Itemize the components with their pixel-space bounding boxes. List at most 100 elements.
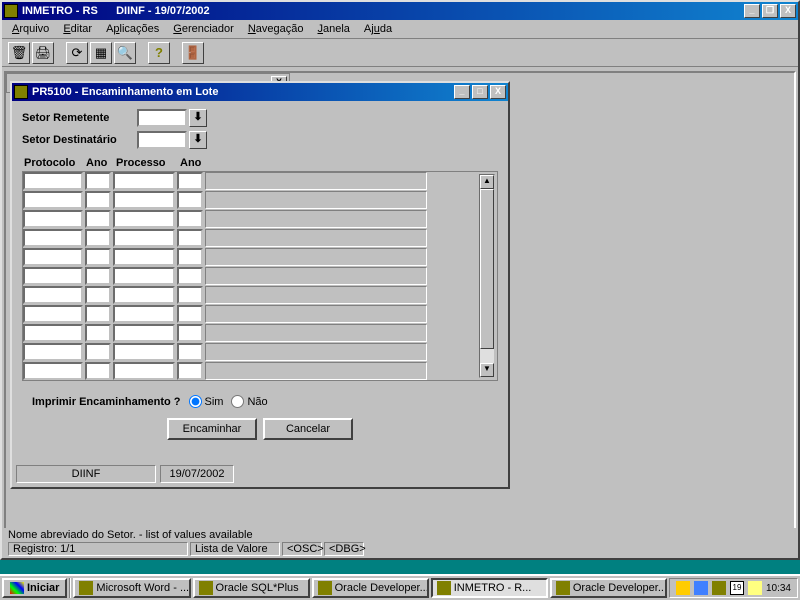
descricao-cell: [205, 229, 427, 247]
ano2-input[interactable]: [177, 305, 203, 323]
ano2-input[interactable]: [177, 191, 203, 209]
app-titlebar: INMETRO - RS DIINF - 19/07/2002 _ ❐ X: [2, 2, 798, 20]
radio-sim[interactable]: Sim: [189, 395, 224, 408]
protocolo-input[interactable]: [23, 172, 83, 190]
processo-input[interactable]: [113, 172, 175, 190]
processo-input[interactable]: [113, 267, 175, 285]
status-lov: Lista de Valore: [190, 542, 280, 556]
form-status-strip: DIINF 19/07/2002: [16, 465, 234, 483]
ano-input[interactable]: [85, 324, 111, 342]
ano-input[interactable]: [85, 191, 111, 209]
ano2-input[interactable]: [177, 286, 203, 304]
menu-aplicacoes[interactable]: Aplicações: [100, 21, 165, 37]
ano-input[interactable]: [85, 362, 111, 380]
taskbar-task[interactable]: INMETRO - R...: [431, 578, 548, 598]
processo-input[interactable]: [113, 324, 175, 342]
table-row: [23, 210, 497, 229]
ano-input[interactable]: [85, 267, 111, 285]
tray-volume-icon[interactable]: [748, 581, 762, 595]
protocolo-input[interactable]: [23, 267, 83, 285]
ano2-input[interactable]: [177, 229, 203, 247]
trash-icon[interactable]: 🗑: [8, 42, 30, 64]
refresh-icon[interactable]: ⟳: [66, 42, 88, 64]
setor-destinatario-input[interactable]: [137, 131, 187, 149]
setor-destinatario-lov-button[interactable]: ⬇: [189, 131, 207, 149]
table-row: [23, 343, 497, 362]
task-icon: [437, 581, 451, 595]
scroll-up-icon[interactable]: ▲: [480, 175, 494, 189]
grid: ▲ ▼: [22, 171, 498, 381]
processo-input[interactable]: [113, 343, 175, 361]
scroll-down-icon[interactable]: ▼: [480, 363, 494, 377]
ano2-input[interactable]: [177, 267, 203, 285]
processo-input[interactable]: [113, 210, 175, 228]
menu-janela[interactable]: Janela: [312, 21, 356, 37]
app-icon: [4, 4, 18, 18]
form-titlebar: PR5100 - Encaminhamento em Lote _ □ X: [12, 83, 508, 101]
close-button[interactable]: X: [780, 4, 796, 18]
protocolo-input[interactable]: [23, 210, 83, 228]
processo-input[interactable]: [113, 286, 175, 304]
tray-calendar-icon[interactable]: 19: [730, 581, 744, 595]
processo-input[interactable]: [113, 362, 175, 380]
ano-input[interactable]: [85, 305, 111, 323]
maximize-button[interactable]: ❐: [762, 4, 778, 18]
start-button[interactable]: Iniciar: [2, 578, 67, 598]
ano-input[interactable]: [85, 229, 111, 247]
print-icon[interactable]: 🖨: [32, 42, 54, 64]
cancelar-button[interactable]: Cancelar: [263, 418, 353, 440]
processo-input[interactable]: [113, 229, 175, 247]
protocolo-input[interactable]: [23, 362, 83, 380]
ano-input[interactable]: [85, 210, 111, 228]
processo-input[interactable]: [113, 305, 175, 323]
setor-remetente-lov-button[interactable]: ⬇: [189, 109, 207, 127]
ano-input[interactable]: [85, 248, 111, 266]
form-maximize-button[interactable]: □: [472, 85, 488, 99]
protocolo-input[interactable]: [23, 248, 83, 266]
tray-icon[interactable]: [694, 581, 708, 595]
menu-arquivo[interactable]: Arquivo: [6, 21, 55, 37]
taskbar-task[interactable]: Oracle SQL*Plus: [193, 578, 310, 598]
protocolo-input[interactable]: [23, 286, 83, 304]
protocolo-input[interactable]: [23, 305, 83, 323]
ano2-input[interactable]: [177, 324, 203, 342]
ano2-input[interactable]: [177, 210, 203, 228]
processo-input[interactable]: [113, 248, 175, 266]
protocolo-input[interactable]: [23, 229, 83, 247]
ano2-input[interactable]: [177, 343, 203, 361]
status-dbg: <DBG>: [324, 542, 364, 556]
scroll-thumb[interactable]: [480, 189, 494, 349]
ano-input[interactable]: [85, 172, 111, 190]
taskbar-task[interactable]: Microsoft Word - ...: [73, 578, 190, 598]
grid-icon[interactable]: ▦: [90, 42, 112, 64]
grid-scrollbar[interactable]: ▲ ▼: [479, 174, 495, 378]
protocolo-input[interactable]: [23, 324, 83, 342]
encaminhar-button[interactable]: Encaminhar: [167, 418, 257, 440]
menu-ajuda[interactable]: Ajuda: [358, 21, 398, 37]
menu-gerenciador[interactable]: Gerenciador: [167, 21, 240, 37]
processo-input[interactable]: [113, 191, 175, 209]
minimize-button[interactable]: _: [744, 4, 760, 18]
taskbar-task[interactable]: Oracle Developer...: [550, 578, 667, 598]
exit-icon[interactable]: 🚪: [182, 42, 204, 64]
status-registro: Registro: 1/1: [8, 542, 188, 556]
form-minimize-button[interactable]: _: [454, 85, 470, 99]
taskbar-task[interactable]: Oracle Developer...: [312, 578, 429, 598]
ano2-input[interactable]: [177, 172, 203, 190]
tray-icon[interactable]: [676, 581, 690, 595]
protocolo-input[interactable]: [23, 343, 83, 361]
ano2-input[interactable]: [177, 248, 203, 266]
form-close-button[interactable]: X: [490, 85, 506, 99]
ano-input[interactable]: [85, 343, 111, 361]
tray-icon[interactable]: [712, 581, 726, 595]
ano2-input[interactable]: [177, 362, 203, 380]
search-icon[interactable]: 🔍: [114, 42, 136, 64]
protocolo-input[interactable]: [23, 191, 83, 209]
radio-nao[interactable]: Não: [231, 395, 267, 408]
menu-editar[interactable]: Editar: [57, 21, 98, 37]
ano-input[interactable]: [85, 286, 111, 304]
help-icon[interactable]: ?: [148, 42, 170, 64]
setor-remetente-input[interactable]: [137, 109, 187, 127]
menu-navegacao[interactable]: Navegação: [242, 21, 310, 37]
print-option-row: Imprimir Encaminhamento ? Sim Não: [22, 395, 498, 408]
